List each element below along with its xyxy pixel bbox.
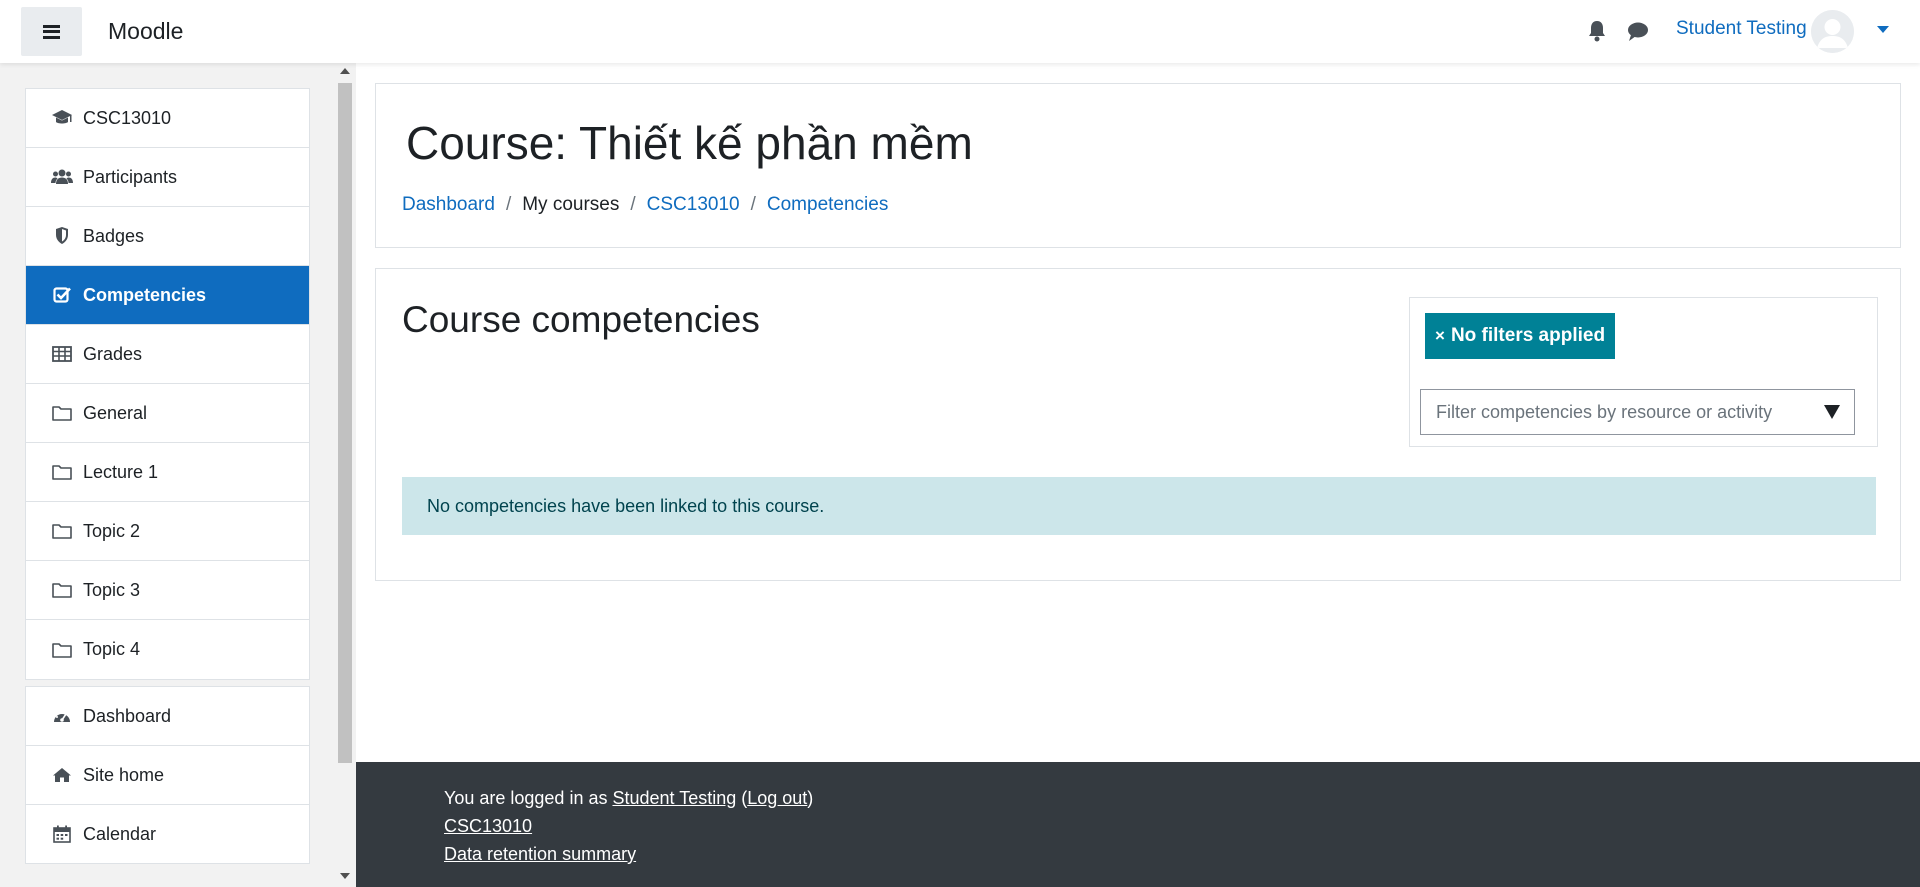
sidebar-item-topic-2[interactable]: Topic 2 <box>26 502 309 561</box>
login-info-open-paren: ( <box>736 788 748 808</box>
page-header: Course: Thiết kế phần mềm Dashboard / My… <box>375 83 1901 248</box>
sidebar-item-label: Participants <box>83 166 178 187</box>
footer-course-link[interactable]: CSC13010 <box>444 816 532 836</box>
folder-icon <box>51 579 73 601</box>
sidebar-item-label: Site home <box>83 764 165 785</box>
breadcrumb-competencies-link[interactable]: Competencies <box>767 194 888 216</box>
footer-course: CSC13010 <box>444 816 532 837</box>
logout-link[interactable]: Log out <box>747 788 807 808</box>
drawer-scrollbar[interactable] <box>337 63 353 887</box>
filter-badge-label: No filters applied <box>1450 325 1606 346</box>
filter-competencies-select[interactable]: Filter competencies by resource or activ… <box>1420 389 1855 435</box>
breadcrumb-course-link[interactable]: CSC13010 <box>647 194 740 216</box>
breadcrumb-dashboard-link[interactable]: Dashboard <box>402 194 495 216</box>
main-region: Course: Thiết kế phần mềm Dashboard / My… <box>356 63 1920 762</box>
sidebar-item-course[interactable]: CSC13010 <box>26 89 309 148</box>
sidebar-item-badges[interactable]: Badges <box>26 207 309 266</box>
folder-icon <box>51 402 73 424</box>
scroll-up-arrow-icon[interactable] <box>340 68 350 74</box>
user-menu-name[interactable]: Student Testing <box>1676 18 1807 40</box>
sidebar-item-general[interactable]: General <box>26 384 309 443</box>
login-info-prefix: You are logged in as <box>444 788 613 808</box>
site-nav-list: Dashboard Site home Calendar <box>25 686 310 864</box>
sidebar-item-topic-4[interactable]: Topic 4 <box>26 620 309 679</box>
folder-icon <box>51 639 73 661</box>
dropdown-arrow-icon <box>1824 405 1840 419</box>
login-info: You are logged in as Student Testing (Lo… <box>444 788 813 809</box>
home-icon <box>51 764 73 786</box>
sidebar-item-label: Topic 4 <box>83 639 141 659</box>
sidebar-item-label: Badges <box>83 225 145 246</box>
sidebar-item-competencies[interactable]: Competencies <box>26 266 309 325</box>
top-navbar: Moodle Student Testing <box>0 0 1920 63</box>
sidebar-item-calendar[interactable]: Calendar <box>26 805 309 864</box>
shield-icon <box>51 225 73 247</box>
section-title: Course competencies <box>402 299 760 340</box>
menu-toggle-button[interactable] <box>21 7 82 56</box>
competencies-card: Course competencies × No filters applied… <box>375 268 1901 581</box>
sidebar-item-label: General <box>83 402 148 423</box>
breadcrumb-separator: / <box>750 194 756 215</box>
scrollbar-thumb[interactable] <box>338 83 352 763</box>
sidebar-item-label: Calendar <box>83 823 157 844</box>
data-retention-link[interactable]: Data retention summary <box>444 844 636 864</box>
folder-icon <box>51 520 73 542</box>
login-info-close-paren: ) <box>807 788 814 808</box>
site-brand[interactable]: Moodle <box>108 18 183 45</box>
footer-data-retention: Data retention summary <box>444 844 636 865</box>
sidebar-item-label: Grades <box>83 343 143 364</box>
no-filters-badge[interactable]: × No filters applied <box>1425 313 1616 359</box>
page-title: Course: Thiết kế phần mềm <box>406 117 973 169</box>
graduation-cap-icon <box>51 107 73 129</box>
avatar-icon[interactable] <box>1811 10 1854 53</box>
caret-down-icon[interactable] <box>1877 26 1889 33</box>
info-alert: No competencies have been linked to this… <box>402 477 1876 535</box>
filter-panel: × No filters applied Filter competencies… <box>1409 297 1878 447</box>
sidebar-item-label: CSC13010 <box>83 107 172 128</box>
sidebar-item-participants[interactable]: Participants <box>26 148 309 207</box>
filter-select-placeholder: Filter competencies by resource or activ… <box>1436 401 1773 422</box>
menu-icon <box>43 24 60 39</box>
bell-icon[interactable] <box>1587 20 1607 42</box>
sidebar-item-label: Competencies <box>83 284 207 305</box>
sidebar-item-topic-3[interactable]: Topic 3 <box>26 561 309 620</box>
breadcrumb-separator: / <box>505 194 512 215</box>
sidebar-item-label: Lecture 1 <box>83 461 159 482</box>
dashboard-icon <box>51 705 73 727</box>
nav-drawer: CSC13010 Participants Badges Competencie… <box>0 63 356 887</box>
sidebar-item-grades[interactable]: Grades <box>26 325 309 384</box>
sidebar-item-dashboard[interactable]: Dashboard <box>26 687 309 746</box>
sidebar-item-lecture-1[interactable]: Lecture 1 <box>26 443 309 502</box>
chat-icon[interactable] <box>1627 20 1649 42</box>
calendar-icon <box>51 823 73 845</box>
breadcrumb: Dashboard / My courses / CSC13010 / Comp… <box>402 194 888 216</box>
breadcrumb-separator: / <box>630 194 636 215</box>
table-icon <box>51 343 73 365</box>
sidebar-item-site-home[interactable]: Site home <box>26 746 309 805</box>
course-nav-list: CSC13010 Participants Badges Competencie… <box>25 88 310 680</box>
sidebar-item-label: Topic 3 <box>83 579 141 600</box>
page-footer: You are logged in as Student Testing (Lo… <box>356 762 1920 887</box>
users-icon <box>51 166 73 188</box>
footer-user-link[interactable]: Student Testing <box>612 788 736 808</box>
folder-icon <box>51 461 73 483</box>
breadcrumb-my-courses: My courses <box>522 194 620 215</box>
sidebar-item-label: Topic 2 <box>83 520 141 541</box>
check-square-icon <box>51 284 73 306</box>
scroll-down-arrow-icon[interactable] <box>340 873 350 879</box>
sidebar-item-label: Dashboard <box>83 705 172 726</box>
close-icon: × <box>1435 326 1445 345</box>
